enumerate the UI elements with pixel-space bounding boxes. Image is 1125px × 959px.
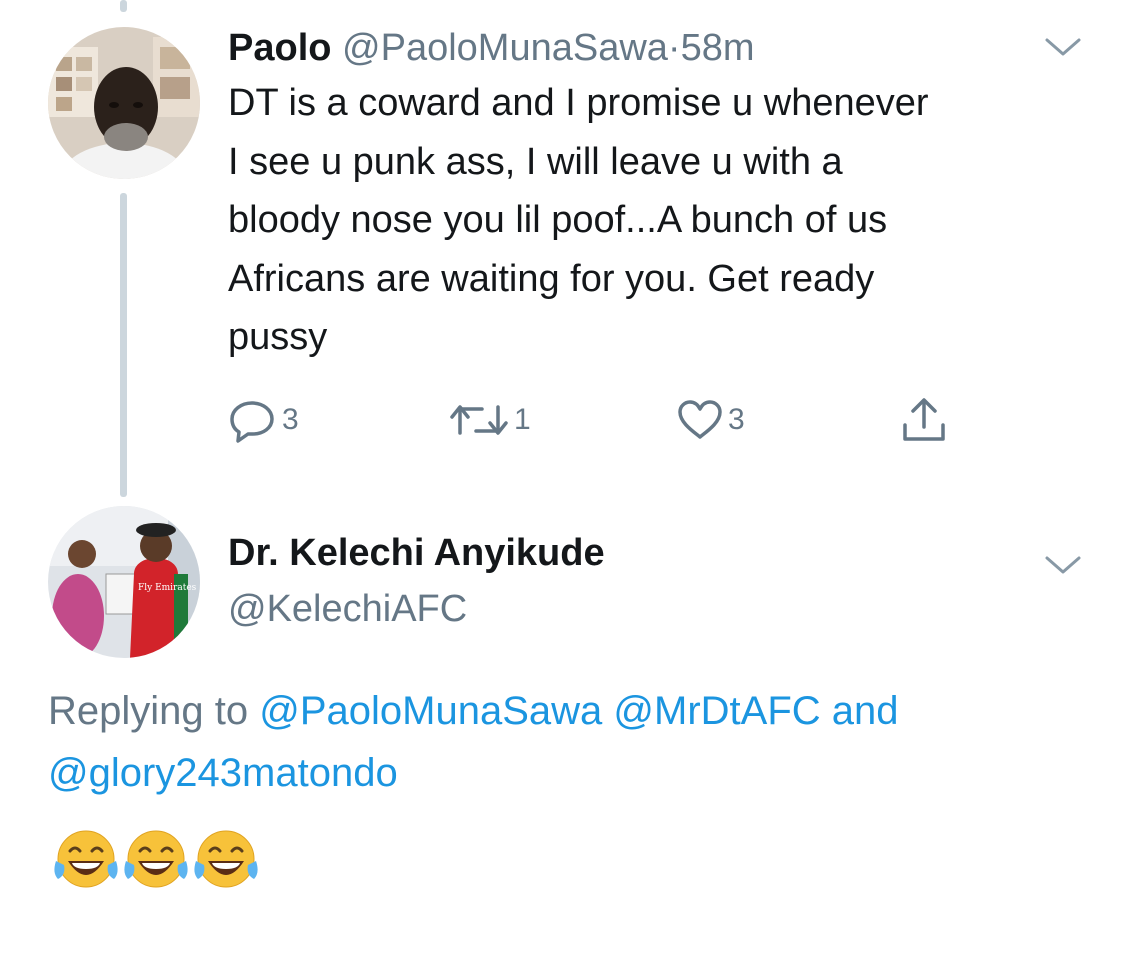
- face-with-tears-of-joy-icon: [48, 825, 124, 895]
- replying-to: Replying to @PaoloMunaSawa @MrDtAFC and …: [48, 680, 1088, 804]
- reply-count: 3: [282, 403, 299, 436]
- retweet-button[interactable]: 1: [448, 390, 531, 450]
- replying-to-label: Replying to: [48, 689, 249, 733]
- face-with-tears-of-joy-icon: [188, 825, 264, 895]
- timestamp[interactable]: 58m: [681, 27, 755, 69]
- author-name[interactable]: Paolo: [228, 27, 331, 69]
- mention-link[interactable]: @glory243matondo: [48, 751, 398, 795]
- retweet-count: 1: [514, 403, 531, 436]
- mention-link[interactable]: @PaoloMunaSawa: [259, 689, 602, 733]
- reply-text: [48, 825, 258, 895]
- tweet-text-line: DT is a coward and I promise u whenever: [228, 82, 929, 124]
- heart-icon: [676, 397, 724, 443]
- and-link[interactable]: and: [832, 689, 899, 733]
- tweet-text-line: bloody nose you lil poof...A bunch of us: [228, 199, 888, 241]
- share-button[interactable]: [900, 390, 948, 450]
- like-count: 3: [728, 403, 745, 436]
- author-name[interactable]: Dr. Kelechi Anyikude: [228, 532, 605, 575]
- tweet-header: Paolo @PaoloMunaSawa·58m: [228, 26, 755, 70]
- thread-line: [120, 193, 127, 497]
- author-handle[interactable]: @PaoloMunaSawa: [342, 27, 668, 69]
- thread-line-top: [120, 0, 127, 12]
- chevron-down-icon[interactable]: [1043, 553, 1083, 577]
- reply-icon: [228, 397, 278, 443]
- chevron-down-icon[interactable]: [1043, 35, 1083, 59]
- reply-button[interactable]: 3: [228, 390, 299, 450]
- separator-dot: ·: [667, 27, 681, 69]
- share-icon: [900, 395, 948, 445]
- retweet-icon: [448, 397, 510, 443]
- shirt-text: Fly Emirates: [138, 583, 197, 593]
- author-handle[interactable]: @KelechiAFC: [228, 588, 467, 631]
- like-button[interactable]: 3: [676, 390, 745, 450]
- avatar[interactable]: Fly Emirates: [48, 506, 200, 658]
- face-with-tears-of-joy-icon: [118, 825, 194, 895]
- tweet-text-line: pussy: [228, 316, 328, 358]
- tweet-text-line: Africans are waiting for you. Get ready: [228, 257, 875, 300]
- avatar[interactable]: [48, 27, 200, 179]
- tweet-text-line: I see u punk ass, I will leave u with a: [228, 140, 843, 183]
- tweet-text: DT is a coward and I promise u whenever …: [228, 74, 1098, 367]
- mention-link[interactable]: @MrDtAFC: [613, 689, 820, 733]
